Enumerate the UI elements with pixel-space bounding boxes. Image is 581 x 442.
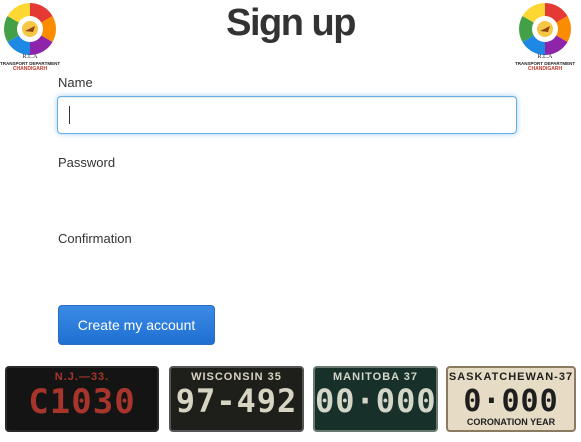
logo-line-1: R.L.A [537, 54, 553, 60]
password-label: Password [58, 155, 116, 170]
create-account-button[interactable]: Create my account [58, 305, 215, 345]
plate-footer: CORONATION YEAR [466, 417, 556, 427]
plate-number: 97-492 [175, 382, 298, 420]
plate-number: C1030 [28, 382, 136, 422]
logo-line-1: R.L.A [22, 54, 38, 60]
name-label: Name [58, 75, 93, 90]
page-title: Sign up [226, 2, 356, 44]
license-plate-manitoba: MANITOBA 37 00·000 [313, 366, 438, 432]
text-caret [69, 106, 70, 124]
name-input[interactable] [57, 96, 517, 134]
license-plate-saskatchewan: SASKATCHEWAN-37 0·000 CORONATION YEAR [446, 366, 576, 432]
plate-number: 00·000 [315, 382, 437, 420]
logo-line-3: CHANDIGARH [12, 66, 48, 72]
license-plate-wisconsin: WISCONSIN 35 97-492 [169, 366, 304, 432]
plate-header: SASKATCHEWAN-37 [448, 371, 574, 383]
confirmation-label: Confirmation [58, 231, 132, 246]
plate-number: 0·000 [463, 384, 559, 419]
license-plate-nj: N.J.—33. C1030 [5, 366, 159, 432]
logo-line-3: CHANDIGARH [527, 66, 563, 72]
